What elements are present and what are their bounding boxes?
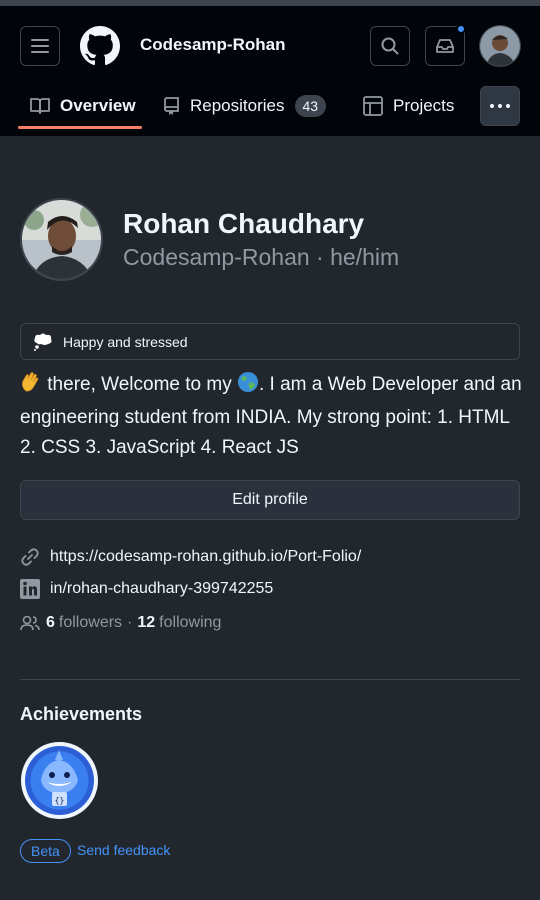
followers-count[interactable]: 6	[46, 614, 55, 632]
hamburger-icon	[31, 39, 49, 53]
waving-hand-icon	[20, 371, 42, 403]
edit-profile-button[interactable]: Edit profile	[20, 480, 520, 520]
profile-login-pronouns: Codesamp-Rohan · he/him	[123, 244, 400, 270]
tab-projects-label: Projects	[393, 96, 455, 115]
linkedin-row: in/rohan-chaudhary-399742255	[20, 579, 273, 599]
user-avatar-small[interactable]	[479, 25, 521, 67]
tab-repositories-label: Repositories	[190, 96, 285, 115]
followers-label[interactable]: followers	[59, 614, 122, 632]
inbox-icon	[436, 39, 454, 53]
people-icon	[20, 615, 40, 631]
search-icon	[381, 37, 399, 55]
profile-avatar[interactable]	[20, 198, 103, 281]
book-icon	[30, 98, 50, 114]
notification-dot	[456, 24, 466, 34]
follow-separator: ·	[127, 614, 133, 631]
kebab-horizontal-icon	[490, 104, 510, 108]
repositories-count: 43	[294, 95, 327, 117]
profile-full-name: Rohan Chaudhary	[123, 208, 365, 239]
repo-icon	[164, 97, 179, 115]
github-logo-icon[interactable]	[80, 26, 120, 66]
header-username[interactable]: Codesamp-Rohan	[140, 35, 285, 55]
table-icon	[363, 96, 383, 116]
linkedin-link[interactable]: in/rohan-chaudhary-399742255	[50, 580, 273, 598]
profile-bio: there, Welcome to my . I am a Web Develo…	[20, 370, 525, 463]
follow-stats: 6 followers · 12 following	[20, 614, 221, 632]
achievements-title: Achievements	[20, 704, 143, 724]
search-button[interactable]	[370, 26, 410, 66]
tab-repositories[interactable]: Repositories 43	[164, 80, 327, 132]
beta-label: Beta	[20, 839, 71, 863]
tab-overview-label: Overview	[60, 96, 136, 115]
section-divider	[20, 679, 520, 680]
link-icon	[21, 548, 39, 566]
status-text: Happy and stressed	[63, 333, 188, 350]
send-feedback-link[interactable]: Send feedback	[77, 842, 170, 858]
achievement-badge[interactable]: {}	[21, 742, 98, 819]
svg-text:{}: {}	[55, 796, 65, 805]
tab-overview[interactable]: Overview	[30, 80, 136, 132]
avatar-photo-icon	[22, 200, 101, 279]
website-row: https://codesamp-rohan.github.io/Port-Fo…	[20, 547, 361, 567]
bio-text-1: there, Welcome to my	[42, 374, 237, 395]
website-link[interactable]: https://codesamp-rohan.github.io/Port-Fo…	[50, 548, 361, 566]
top-header: Codesamp-Rohan Overview Repositories 43 …	[0, 6, 540, 136]
avatar-photo-icon	[480, 26, 520, 66]
thought-balloon-icon	[33, 333, 53, 351]
active-tab-indicator	[18, 126, 142, 129]
linkedin-icon	[20, 579, 40, 599]
status-box[interactable]: Happy and stressed	[20, 323, 520, 360]
menu-button[interactable]	[20, 26, 60, 66]
tab-projects[interactable]: Projects	[363, 80, 454, 132]
following-count[interactable]: 12	[137, 614, 155, 632]
more-tabs-button[interactable]	[480, 86, 520, 126]
shark-badge-icon: {}	[25, 746, 94, 815]
following-label[interactable]: following	[159, 614, 221, 632]
globe-icon	[237, 371, 259, 403]
